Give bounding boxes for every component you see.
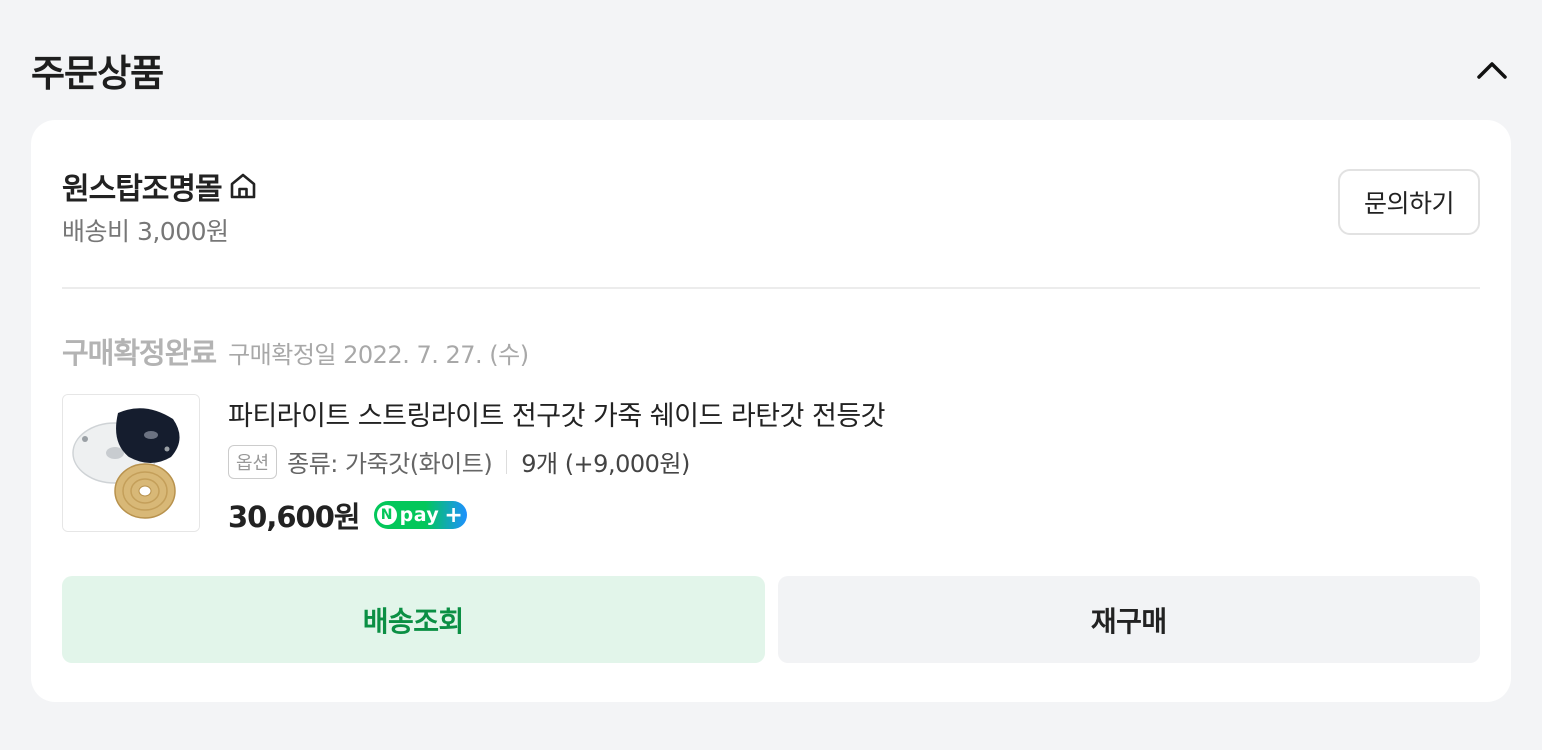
action-buttons: 배송조회 재구매 [62, 576, 1480, 663]
seller-name: 원스탑조명몰 [62, 172, 223, 207]
seller-info: 원스탑조명몰 배송비 3,000원 문의하기 [62, 164, 1480, 294]
collapse-button[interactable] [1472, 50, 1512, 90]
option-badge: 옵션 [228, 444, 278, 479]
rebuy-button[interactable]: 재구매 [777, 576, 1480, 663]
status-label: 구매확정완료 [62, 336, 217, 370]
product-name[interactable]: 파티라이트 스트링라이트 전구갓 가죽 쉐이드 라탄갓 전등갓 [228, 394, 886, 433]
section-title: 주문상품 [31, 52, 164, 95]
section-header: 주문상품 [31, 44, 1512, 96]
seller-link[interactable]: 원스탑조명몰 [62, 164, 258, 208]
product-price: 30,600원 [228, 500, 361, 534]
track-delivery-button[interactable]: 배송조회 [62, 576, 765, 663]
npay-n-icon: N [376, 505, 397, 525]
order-status: 구매확정완료 구매확정일 2022. 7. 27. (수) [62, 330, 529, 372]
option-separator [506, 449, 508, 474]
product-image [63, 395, 199, 531]
inquiry-button[interactable]: 문의하기 [1338, 169, 1480, 235]
chevron-up-icon [1477, 62, 1507, 79]
npay-plus-badge: N pay + [373, 501, 467, 529]
plus-icon: + [444, 502, 463, 528]
option-value: 종류: 가죽갓(화이트) [287, 450, 493, 478]
product-option: 옵션 종류: 가죽갓(화이트) 9개 (+9,000원) [228, 444, 690, 479]
option-quantity: 9개 (+9,000원) [521, 450, 690, 478]
home-icon [230, 173, 255, 199]
product-item[interactable]: 파티라이트 스트링라이트 전구갓 가죽 쉐이드 라탄갓 전등갓 옵션 종류: 가… [62, 394, 1480, 534]
product-thumbnail[interactable] [62, 394, 200, 532]
confirmed-date: 구매확정일 2022. 7. 27. (수) [228, 341, 529, 369]
shipping-fee: 배송비 3,000원 [62, 217, 229, 246]
npay-text: pay [399, 504, 440, 526]
price-row: 30,600원 N pay + [228, 494, 467, 536]
divider [62, 287, 1480, 289]
order-item-card: 원스탑조명몰 배송비 3,000원 문의하기 구매확정완료 구매확정일 2022… [31, 120, 1511, 702]
